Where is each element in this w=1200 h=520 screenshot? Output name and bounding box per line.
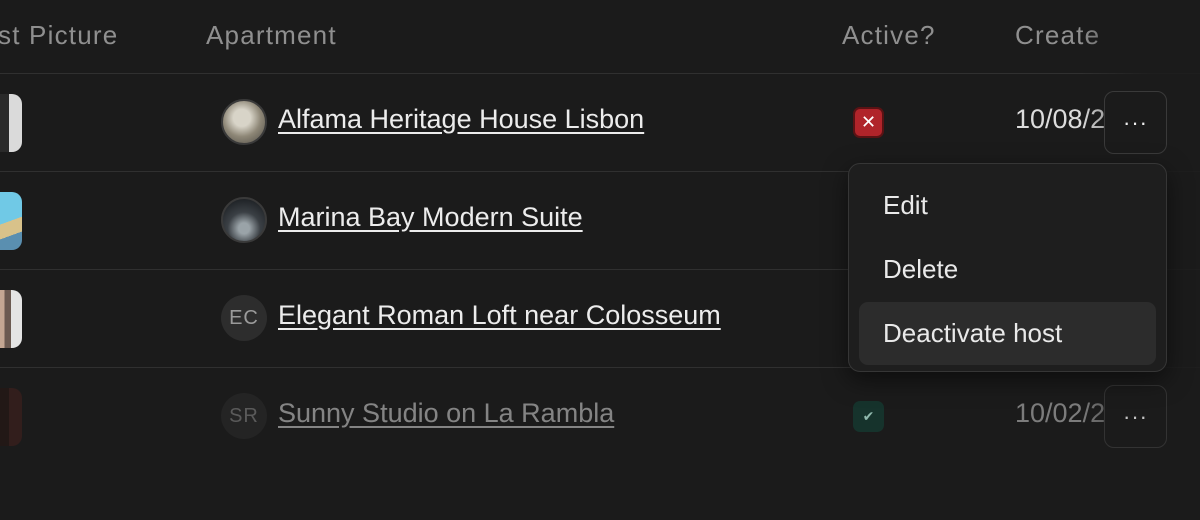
- apartment-link[interactable]: Sunny Studio on La Rambla: [278, 398, 614, 429]
- host-avatar: [0, 290, 22, 348]
- row-actions-button[interactable]: ···: [1104, 91, 1167, 154]
- table-row: Alfama Heritage House Lisbon ✕ 10/08/2: [0, 74, 1200, 172]
- menu-item-delete[interactable]: Delete: [859, 238, 1156, 301]
- menu-item-edit[interactable]: Edit: [859, 174, 1156, 237]
- host-avatar: [0, 94, 22, 152]
- table-row: SR Sunny Studio on La Rambla ✔ 10/02/2: [0, 368, 1200, 465]
- check-icon: ✔: [853, 401, 884, 432]
- row-actions-menu: Edit Delete Deactivate host: [848, 163, 1167, 372]
- apartment-link[interactable]: Alfama Heritage House Lisbon: [278, 104, 644, 135]
- created-date: 10/02/2: [1015, 398, 1106, 428]
- apartment-link[interactable]: Elegant Roman Loft near Colosseum: [278, 300, 721, 331]
- row-actions-button[interactable]: ···: [1104, 385, 1167, 448]
- apartment-link[interactable]: Marina Bay Modern Suite: [278, 202, 583, 233]
- column-header-host-picture: st Picture: [0, 20, 119, 50]
- column-header-active[interactable]: Active?: [842, 20, 936, 51]
- apartment-avatar: [221, 99, 267, 145]
- created-date: 10/08/2: [1015, 104, 1106, 134]
- menu-item-deactivate-host[interactable]: Deactivate host: [859, 302, 1156, 365]
- apartment-avatar-initials: SR: [221, 393, 267, 439]
- column-header-created[interactable]: Create: [1015, 20, 1100, 51]
- close-icon: ✕: [853, 107, 884, 138]
- host-avatar: [0, 192, 22, 250]
- column-header-apartment[interactable]: Apartment: [206, 20, 337, 51]
- apartment-avatar: [221, 197, 267, 243]
- table-header: st Picture Apartment Active? Create: [0, 0, 1200, 74]
- host-avatar: [0, 388, 22, 446]
- apartment-avatar-initials: EC: [221, 295, 267, 341]
